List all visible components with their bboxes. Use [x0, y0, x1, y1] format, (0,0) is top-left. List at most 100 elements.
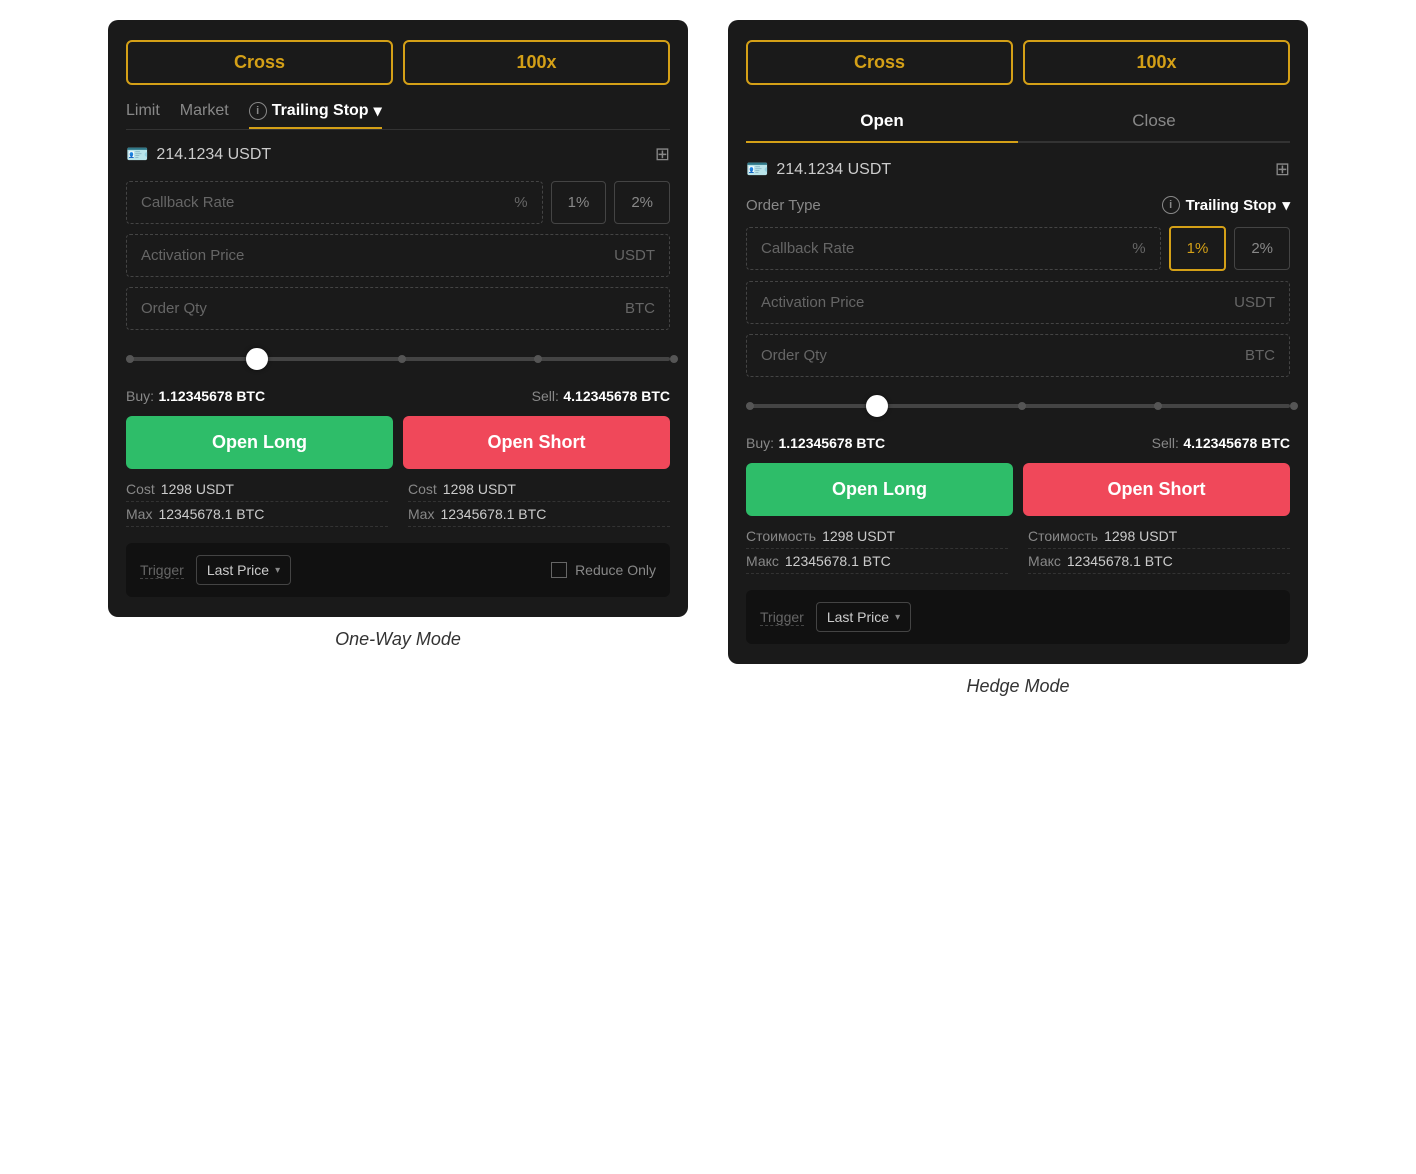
hedge-sell-value: 4.12345678 BTC — [1183, 435, 1290, 451]
hedge-activation-suffix: USDT — [1234, 294, 1275, 311]
oneway-rate-btn-2[interactable]: 2% — [614, 181, 670, 224]
hedge-cost-left-label: Стоимость — [746, 528, 816, 544]
hedge-order-type-row: Order Type i Trailing Stop ▾ — [746, 196, 1290, 214]
oneway-reduce-label: Reduce Only — [575, 562, 656, 578]
oneway-callback-input[interactable]: Callback Rate % — [126, 181, 543, 224]
oneway-leverage-button[interactable]: 100x — [403, 40, 670, 85]
oneway-open-long-button[interactable]: Open Long — [126, 416, 393, 469]
oneway-sell-label: Sell: — [532, 388, 559, 404]
hedge-rate-btn-1[interactable]: 1% — [1169, 226, 1227, 271]
tab-trailing-stop[interactable]: i Trailing Stop ▾ — [249, 101, 382, 129]
oneway-qty-label: Order Qty — [141, 300, 625, 317]
oneway-trigger-label: Trigger — [140, 562, 184, 579]
hedge-action-buttons: Open Long Open Short — [746, 463, 1290, 516]
oneway-cost-right-value: 1298 USDT — [443, 481, 516, 497]
hedge-buy-label: Buy: — [746, 435, 774, 451]
oneway-max-left-value: 12345678.1 BTC — [158, 506, 264, 522]
hedge-cost-right-label: Стоимость — [1028, 528, 1098, 544]
tab-market[interactable]: Market — [180, 102, 229, 126]
oneway-max-left-label: Max — [126, 506, 152, 522]
oneway-buy-value: 1.12345678 BTC — [158, 388, 265, 404]
hedge-qty-suffix: BTC — [1245, 347, 1275, 364]
oneway-cost-right-label: Cost — [408, 481, 437, 497]
oneway-order-qty[interactable]: Order Qty BTC — [126, 287, 670, 330]
hedge-cross-button[interactable]: Cross — [746, 40, 1013, 85]
hedge-panel-label: Hedge Mode — [966, 676, 1069, 697]
hedge-trigger-row: Trigger Last Price ▾ — [746, 590, 1290, 644]
oneway-sell-info: Sell: 4.12345678 BTC — [532, 388, 670, 406]
hedge-max-left-label: Макс — [746, 553, 779, 569]
card-icon: 🪪 — [126, 144, 148, 165]
hedge-slider[interactable] — [746, 391, 1290, 421]
oneway-cost-left-row: Cost 1298 USDT — [126, 481, 388, 502]
hedge-panel-wrapper: Cross 100x Open Close 🪪 214.1234 USDT ⊞ … — [728, 20, 1308, 697]
hedge-callback-row: Callback Rate % 1% 2% — [746, 226, 1290, 271]
hedge-slider-dot-4 — [1290, 402, 1298, 410]
hedge-panel: Cross 100x Open Close 🪪 214.1234 USDT ⊞ … — [728, 20, 1308, 664]
hedge-top-buttons: Cross 100x — [746, 40, 1290, 85]
oneway-cost-max-left: Cost 1298 USDT Max 12345678.1 BTC — [126, 481, 388, 527]
oneway-top-buttons: Cross 100x — [126, 40, 670, 85]
hedge-max-right-value: 12345678.1 BTC — [1067, 553, 1173, 569]
hedge-trailing-stop-btn[interactable]: i Trailing Stop ▾ — [1162, 196, 1290, 214]
hedge-callback-input[interactable]: Callback Rate % — [746, 227, 1161, 270]
oneway-calc-icon[interactable]: ⊞ — [655, 144, 670, 165]
oneway-rate-btn-1[interactable]: 1% — [551, 181, 607, 224]
hedge-callback-suffix: % — [1132, 240, 1145, 257]
hedge-buy-info: Buy: 1.12345678 BTC — [746, 435, 885, 453]
hedge-buy-sell-row: Buy: 1.12345678 BTC Sell: 4.12345678 BTC — [746, 435, 1290, 453]
hedge-trailing-label: Trailing Stop — [1186, 197, 1277, 214]
hedge-activation-price[interactable]: Activation Price USDT — [746, 281, 1290, 324]
hedge-card-icon: 🪪 — [746, 159, 768, 180]
hedge-order-qty[interactable]: Order Qty BTC — [746, 334, 1290, 377]
oneway-action-buttons: Open Long Open Short — [126, 416, 670, 469]
hedge-slider-thumb[interactable] — [866, 395, 888, 417]
hedge-tab-open[interactable]: Open — [746, 101, 1018, 141]
hedge-info-icon[interactable]: i — [1162, 196, 1180, 214]
hedge-open-long-button[interactable]: Open Long — [746, 463, 1013, 516]
oneway-activation-suffix: USDT — [614, 247, 655, 264]
oneway-activation-label: Activation Price — [141, 247, 614, 264]
oneway-balance-left: 🪪 214.1234 USDT — [126, 144, 271, 165]
hedge-open-short-button[interactable]: Open Short — [1023, 463, 1290, 516]
hedge-calc-icon[interactable]: ⊞ — [1275, 159, 1290, 180]
oneway-callback-row: Callback Rate % 1% 2% — [126, 181, 670, 224]
oneway-cost-right-row: Cost 1298 USDT — [408, 481, 670, 502]
hedge-buy-value: 1.12345678 BTC — [778, 435, 885, 451]
oneway-cost-left-label: Cost — [126, 481, 155, 497]
hedge-trigger-select[interactable]: Last Price ▾ — [816, 602, 911, 632]
oneway-trigger-row: Trigger Last Price ▾ Reduce Only — [126, 543, 670, 597]
oneway-reduce-checkbox[interactable] — [551, 562, 567, 578]
hedge-max-right-row: Макс 12345678.1 BTC — [1028, 553, 1290, 574]
hedge-tab-close[interactable]: Close — [1018, 101, 1290, 141]
oneway-slider[interactable] — [126, 344, 670, 374]
oneway-panel: Cross 100x Limit Market i Trailing Stop … — [108, 20, 688, 617]
hedge-leverage-button[interactable]: 100x — [1023, 40, 1290, 85]
oneway-buy-info: Buy: 1.12345678 BTC — [126, 388, 265, 406]
hedge-slider-track — [746, 404, 1290, 408]
trailing-info-icon[interactable]: i — [249, 102, 267, 120]
hedge-trailing-chevron-icon: ▾ — [1282, 196, 1290, 214]
hedge-callback-label: Callback Rate — [761, 240, 1132, 257]
oneway-trigger-select[interactable]: Last Price ▾ — [196, 555, 291, 585]
tab-limit[interactable]: Limit — [126, 102, 160, 126]
oneway-trigger-value: Last Price — [207, 562, 269, 578]
oneway-cost-left-value: 1298 USDT — [161, 481, 234, 497]
hedge-rate-btn-2[interactable]: 2% — [1234, 227, 1290, 270]
oneway-activation-price[interactable]: Activation Price USDT — [126, 234, 670, 277]
oneway-slider-thumb[interactable] — [246, 348, 268, 370]
oneway-trigger-chevron-icon: ▾ — [275, 565, 280, 576]
oneway-buy-sell-row: Buy: 1.12345678 BTC Sell: 4.12345678 BTC — [126, 388, 670, 406]
hedge-trigger-chevron-icon: ▾ — [895, 612, 900, 623]
oneway-cross-button[interactable]: Cross — [126, 40, 393, 85]
hedge-activation-label: Activation Price — [761, 294, 1234, 311]
hedge-order-type-label: Order Type — [746, 197, 821, 214]
hedge-balance-left: 🪪 214.1234 USDT — [746, 159, 891, 180]
panels-row: Cross 100x Limit Market i Trailing Stop … — [20, 20, 1396, 697]
oneway-open-short-button[interactable]: Open Short — [403, 416, 670, 469]
hedge-cost-right-value: 1298 USDT — [1104, 528, 1177, 544]
oneway-panel-wrapper: Cross 100x Limit Market i Trailing Stop … — [108, 20, 688, 650]
oneway-max-right-label: Max — [408, 506, 434, 522]
hedge-cost-left-row: Стоимость 1298 USDT — [746, 528, 1008, 549]
hedge-cost-max-right: Стоимость 1298 USDT Макс 12345678.1 BTC — [1028, 528, 1290, 574]
